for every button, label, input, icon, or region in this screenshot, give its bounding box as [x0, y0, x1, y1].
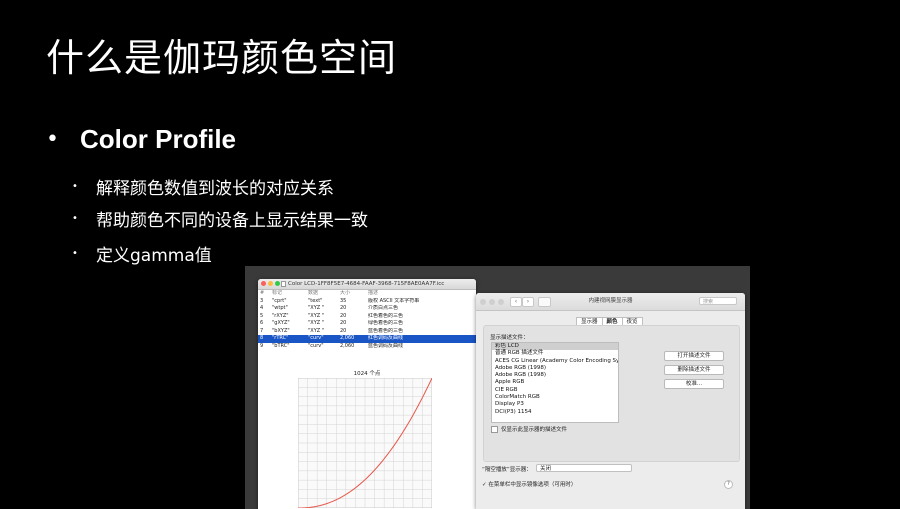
- document-icon: [281, 281, 286, 287]
- table-cell: 红色着色的三色: [368, 312, 404, 319]
- profile-list-item[interactable]: Adobe RGB (1998): [492, 372, 618, 379]
- open-profile-button[interactable]: 打开描述文件: [664, 351, 724, 361]
- display-prefs-window: ‹ › 内建视网膜显示器 搜索 显示器 颜色 夜览 显示描述文件： 彩色 LCD…: [476, 293, 745, 509]
- table-row[interactable]: 8 "rTRC" "curv" 2,060 红色调码反曲线: [258, 335, 476, 343]
- table-row[interactable]: 9 "bTRC" "curv" 2,060 蓝色调码反曲线: [258, 343, 476, 351]
- table-cell: "rXYZ": [272, 312, 289, 319]
- table-cell: 20: [340, 305, 347, 311]
- help-button[interactable]: ?: [724, 480, 733, 489]
- table-cell: 绿色着色的三色: [368, 320, 404, 326]
- sub-bullet-dot: •: [72, 247, 78, 259]
- slide-title: 什么是伽玛颜色空间: [46, 36, 398, 80]
- bullet-text: Color Profile: [80, 123, 237, 154]
- table-cell: 6: [260, 320, 264, 326]
- profile-list-item[interactable]: Apple RGB: [492, 379, 618, 386]
- column-header[interactable]: 大小: [338, 290, 366, 298]
- sub-bullet-text: 解释颜色数值到波长的对应关系: [96, 178, 334, 199]
- show-only-checkbox[interactable]: 仅显示此显示器的描述文件: [491, 425, 567, 433]
- sub-bullet-text: 帮助颜色不同的设备上显示结果一致: [96, 210, 368, 231]
- table-cell: 35: [340, 297, 347, 304]
- table-cell: 3: [260, 297, 264, 304]
- tag-table: # 标记 数据 大小 描述 3 "cprt" "text" 35 版权 ASCII 文本…: [258, 290, 476, 350]
- table-cell: 介质白点三色: [368, 305, 399, 311]
- calibrate-button[interactable]: 校准...: [664, 379, 724, 389]
- table-cell: 20: [340, 327, 347, 334]
- profile-list-item[interactable]: Adobe RGB (1998): [492, 365, 618, 372]
- mirror-option-checkbox[interactable]: ✓ 在菜单栏中显示镜像选项（可用时）: [482, 480, 576, 488]
- column-header[interactable]: 标记: [270, 290, 306, 298]
- table-cell: "curv": [308, 342, 324, 349]
- table-cell: "XYZ ": [308, 312, 325, 319]
- colorsync-window: Color LCD-1FF8F5E7-4684-FAAF-3968-715F8A…: [258, 279, 476, 509]
- table-cell: 蓝色调码反曲线: [368, 342, 404, 349]
- table-cell: "curv": [306, 335, 338, 343]
- table-row[interactable]: 7 "bXYZ" "XYZ " 20 蓝色着色的三色: [258, 328, 476, 336]
- table-row[interactable]: 6 "gXYZ" "XYZ " 20 绿色着色的三色: [258, 320, 476, 328]
- table-cell: 2,060: [340, 342, 355, 349]
- minimize-button[interactable]: [268, 281, 273, 286]
- show-only-label: 仅显示此显示器的描述文件: [501, 427, 568, 433]
- profile-list-item[interactable]: ACES CG Linear (Academy Color Encoding S…: [492, 358, 618, 365]
- column-header[interactable]: 数据: [306, 290, 338, 298]
- table-row[interactable]: 5 "rXYZ" "XYZ " 20 红色着色的三色: [258, 313, 476, 321]
- embedded-screenshot: Color LCD-1FF8F5E7-4684-FAAF-3968-715F8A…: [245, 266, 750, 509]
- profile-list[interactable]: 彩色 LCD 普通 RGB 描述文件 ACES CG Linear (Academy…: [491, 342, 619, 423]
- profile-list-item[interactable]: ColorMatch RGB: [492, 394, 618, 401]
- table-cell: 8: [258, 335, 270, 343]
- profile-list-item[interactable]: 普通 RGB 描述文件: [492, 350, 618, 357]
- table-cell: "rTRC": [270, 335, 306, 343]
- profile-label: 显示描述文件：: [490, 335, 529, 341]
- table-cell: 9: [260, 342, 264, 349]
- bullet-dot: •: [46, 126, 59, 152]
- colorsync-titlebar: Color LCD-1FF8F5E7-4684-FAAF-3968-715F8A…: [258, 279, 476, 290]
- table-cell: 20: [340, 320, 347, 326]
- close-button[interactable]: [261, 281, 266, 286]
- delete-profile-button[interactable]: 删除描述文件: [664, 365, 724, 375]
- tag-table-header: # 标记 数据 大小 描述: [258, 290, 476, 298]
- table-cell: 蓝色着色的三色: [368, 327, 404, 334]
- sub-bullet-1: • 解释颜色数值到波长的对应关系: [72, 171, 334, 201]
- sub-bullet-dot: •: [72, 212, 78, 224]
- column-header[interactable]: #: [258, 290, 270, 298]
- table-cell: 5: [260, 312, 264, 319]
- table-cell: "bTRC": [272, 342, 290, 349]
- table-cell: 2,060: [338, 335, 366, 343]
- sub-bullet-2: • 帮助颜色不同的设备上显示结果一致: [72, 203, 368, 233]
- column-header[interactable]: 描述: [366, 290, 476, 298]
- table-cell: 7: [260, 327, 264, 334]
- search-field[interactable]: 搜索: [699, 297, 737, 305]
- tone-curve-plot: [298, 378, 432, 508]
- airplay-select[interactable]: 关闭: [536, 464, 632, 472]
- table-cell: 版权 ASCII 文本字符串: [368, 297, 420, 304]
- sub-bullet-text: 定义gamma值: [96, 245, 212, 266]
- table-cell: "bXYZ": [272, 327, 290, 334]
- table-row[interactable]: 3 "cprt" "text" 35 版权 ASCII 文本字符串: [258, 298, 476, 306]
- sub-bullet-3: • 定义gamma值: [72, 238, 212, 268]
- table-cell: "cprt": [272, 297, 287, 304]
- sub-bullet-dot: •: [72, 180, 78, 192]
- table-cell: "text": [308, 297, 323, 304]
- checkbox-box[interactable]: [491, 425, 498, 433]
- table-cell: "XYZ ": [308, 327, 325, 334]
- profile-list-item[interactable]: Display P3: [492, 401, 618, 408]
- table-cell: 4: [260, 305, 264, 311]
- display-titlebar: ‹ › 内建视网膜显示器 搜索: [476, 293, 745, 311]
- plot-label: 1024 个点: [353, 371, 381, 377]
- bullet-color-profile: • Color Profile: [46, 119, 236, 159]
- table-cell: "wtpt": [272, 305, 288, 311]
- zoom-button[interactable]: [275, 281, 280, 286]
- table-cell: "gXYZ": [272, 320, 290, 326]
- colorsync-title: Color LCD-1FF8F5E7-4684-FAAF-3968-715F8A…: [288, 281, 445, 287]
- table-cell: 红色调码反曲线: [366, 335, 476, 343]
- airplay-label: “隔空播放”显示器：: [482, 467, 532, 473]
- table-cell: 20: [340, 312, 347, 319]
- table-row[interactable]: 4 "wtpt" "XYZ " 20 介质白点三色: [258, 305, 476, 313]
- profile-list-item[interactable]: CIE RGB: [492, 387, 618, 394]
- profile-list-item[interactable]: DCI(P3) 1154: [492, 409, 618, 416]
- table-cell: "XYZ ": [308, 320, 325, 326]
- table-cell: "XYZ ": [308, 305, 325, 311]
